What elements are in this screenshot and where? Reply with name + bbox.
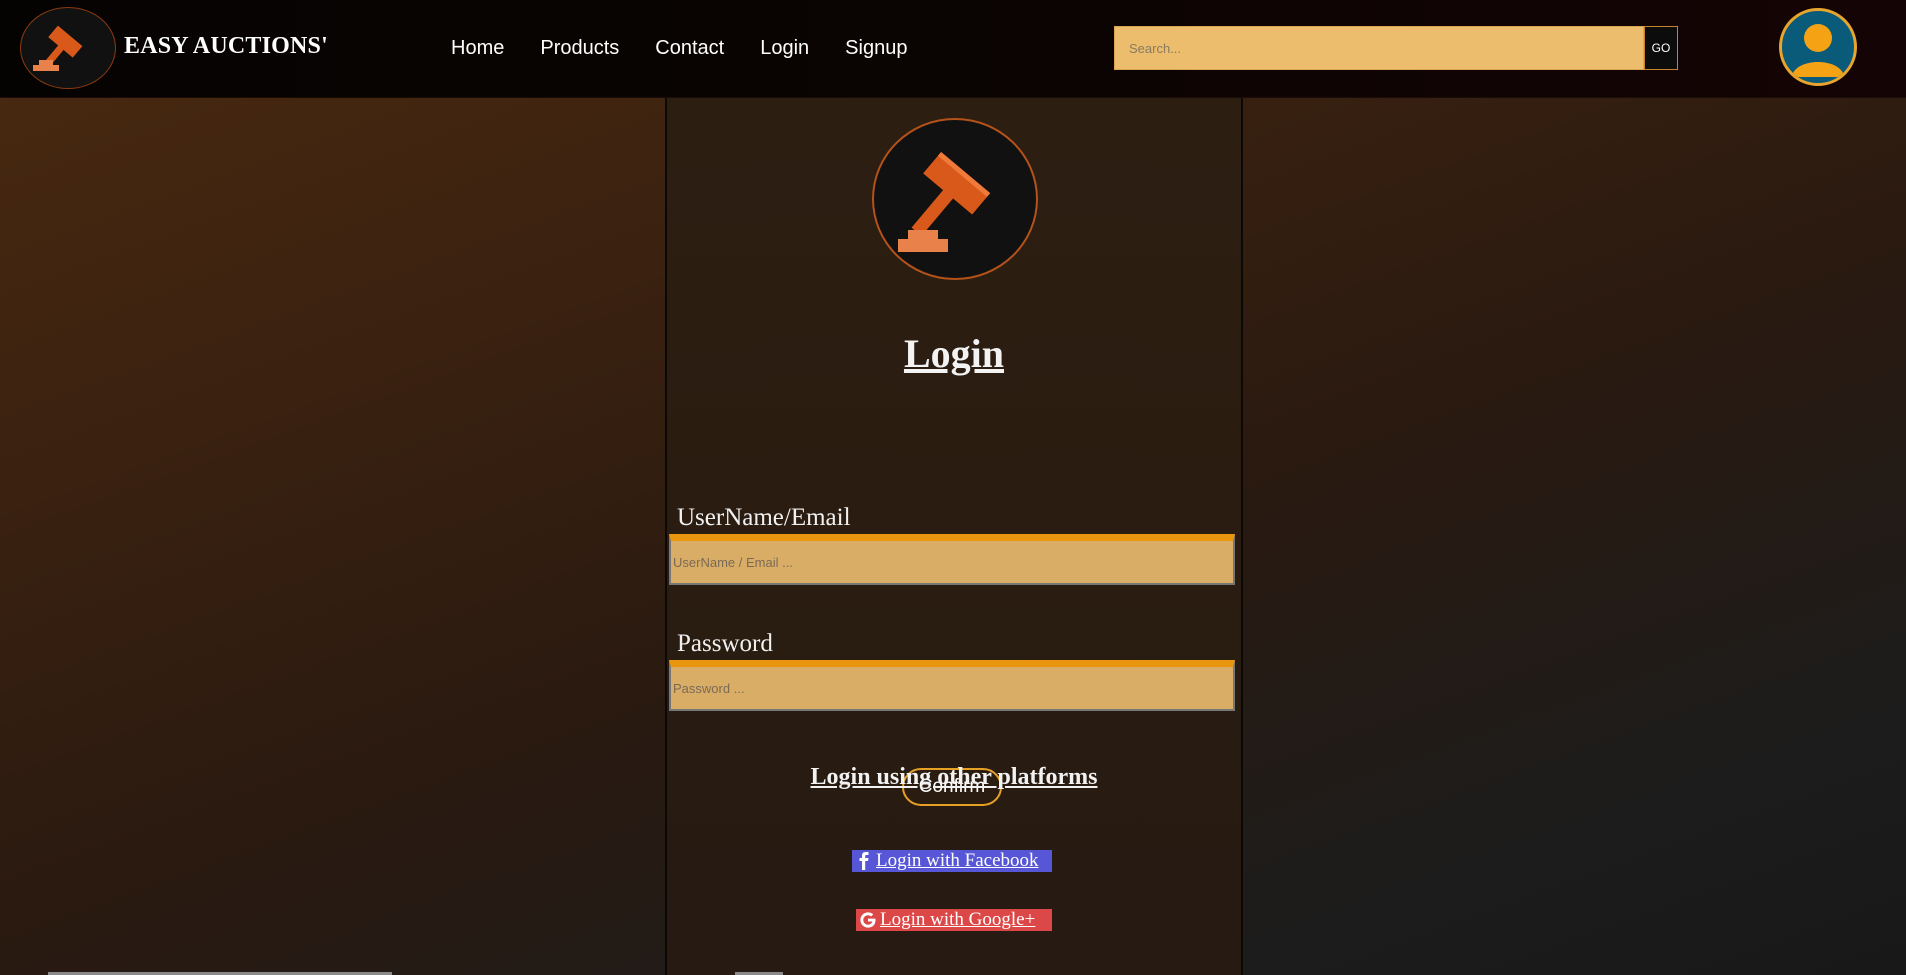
brand-logo[interactable] — [20, 7, 116, 89]
search-go-button[interactable]: GO — [1644, 26, 1678, 70]
password-field[interactable] — [669, 660, 1235, 711]
password-label: Password — [677, 630, 773, 657]
top-navbar: EASY AUCTIONS' Home Products Contact Log… — [0, 0, 1906, 98]
nav-contact[interactable]: Contact — [655, 37, 724, 60]
nav-signup[interactable]: Signup — [845, 37, 907, 60]
username-email-field[interactable] — [669, 534, 1235, 585]
nav-products[interactable]: Products — [540, 37, 619, 60]
user-avatar[interactable] — [1779, 8, 1857, 86]
google-icon — [856, 909, 880, 931]
login-google-button[interactable]: Login with Google+ — [856, 909, 1052, 931]
nav-login[interactable]: Login — [760, 37, 809, 60]
login-panel: Login UserName/Email Password Confirm Lo… — [665, 98, 1243, 975]
search-bar: GO — [1114, 26, 1679, 70]
gavel-icon — [33, 25, 83, 71]
facebook-icon — [852, 850, 876, 872]
brand-name[interactable]: EASY AUCTIONS' — [124, 33, 328, 60]
login-heading: Login — [903, 331, 1005, 376]
username-label: UserName/Email — [677, 504, 851, 531]
other-platforms-heading: Login using other platforms — [810, 764, 1098, 790]
facebook-label: Login with Facebook — [876, 850, 1039, 871]
nav-home[interactable]: Home — [451, 37, 504, 60]
login-facebook-button[interactable]: Login with Facebook — [852, 850, 1052, 872]
user-avatar-icon — [1792, 24, 1844, 77]
main-nav: Home Products Contact Login Signup — [451, 37, 943, 60]
gavel-icon — [898, 151, 991, 252]
google-label: Login with Google+ — [880, 909, 1036, 930]
login-logo — [872, 118, 1038, 280]
search-input[interactable] — [1114, 26, 1644, 70]
